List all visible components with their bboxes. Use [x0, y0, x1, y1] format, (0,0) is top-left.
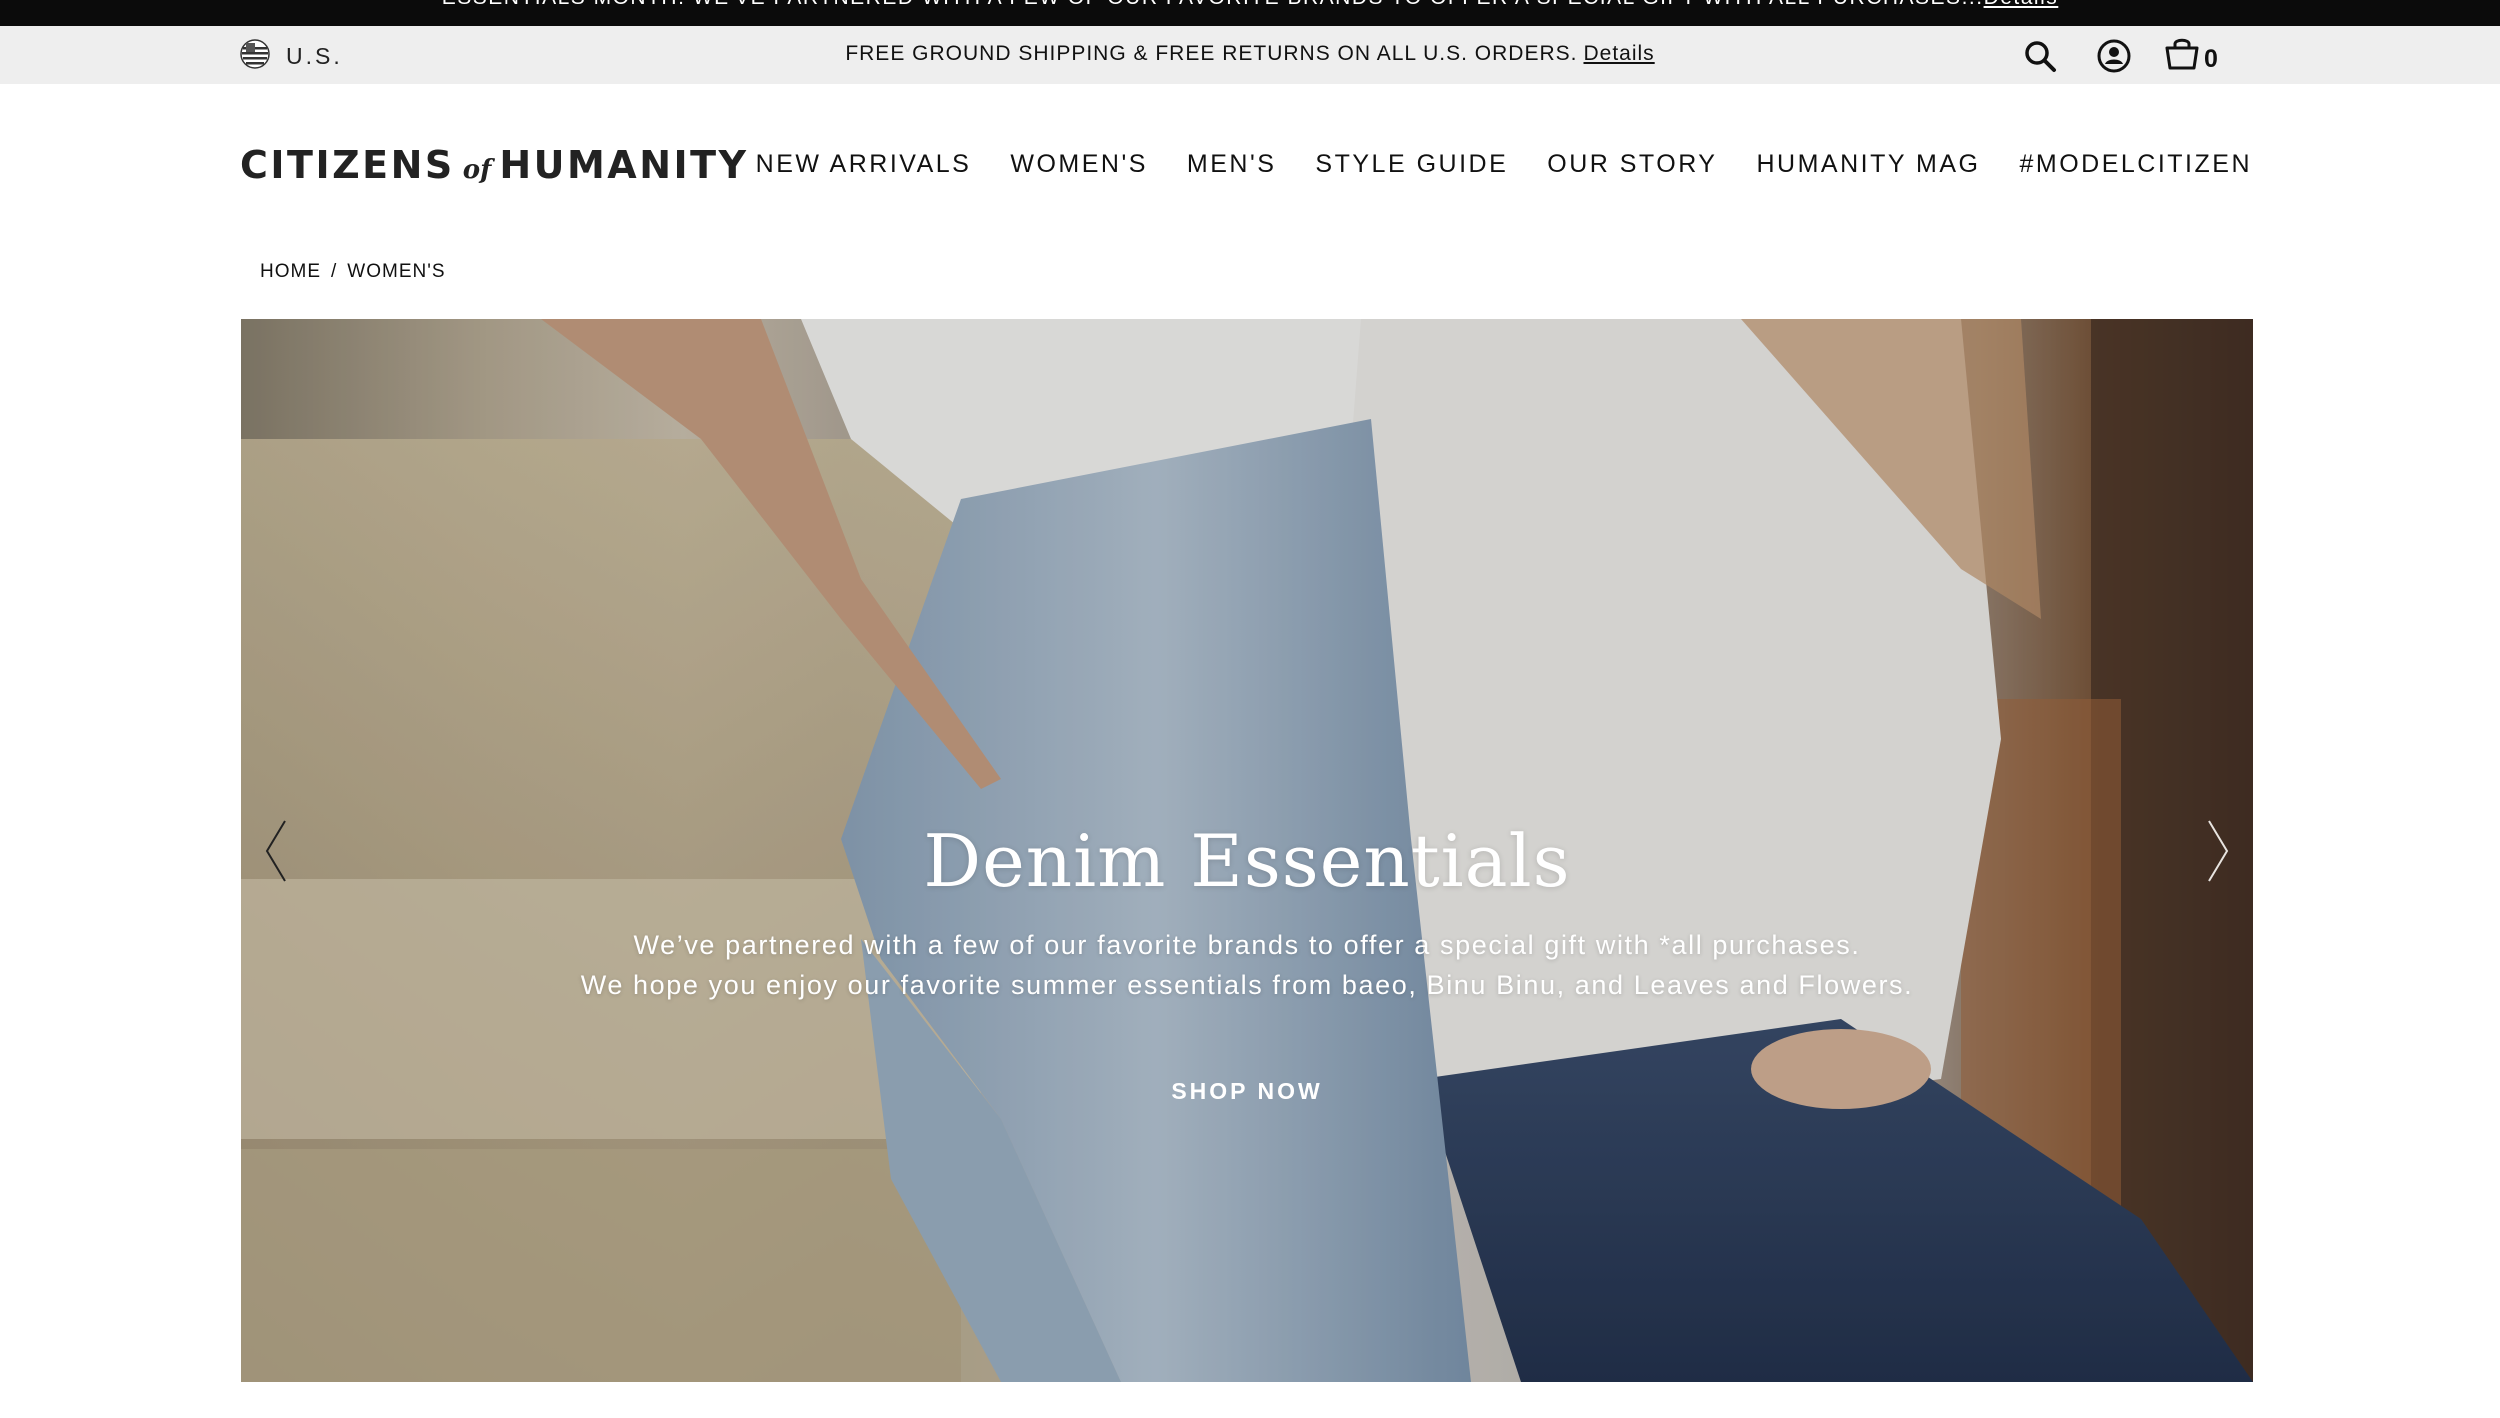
shipping-text: FREE GROUND SHIPPING & FREE RETURNS ON A…: [845, 42, 1578, 65]
promo-message: ESSENTIALS MONTH: WE'VE PARTNERED WITH A…: [442, 0, 1984, 9]
nav-new-arrivals[interactable]: NEW ARRIVALS: [756, 150, 972, 179]
breadcrumb-home[interactable]: HOME: [260, 261, 321, 283]
promo-details-link[interactable]: Details: [1984, 0, 2059, 9]
logo-word-citizens: CITIZENS: [240, 143, 455, 187]
hero-banner: Denim Essentials We’ve partnered with a …: [241, 319, 2253, 1382]
hero-description-line-1: We’ve partnered with a few of our favori…: [633, 930, 1861, 960]
nav-modelcitizen[interactable]: #MODELCITIZEN: [2019, 150, 2252, 179]
hero-description-line-2: We hope you enjoy our favorite summer es…: [580, 970, 1914, 1000]
utility-icons: 0: [2018, 34, 2218, 78]
nav-womens[interactable]: WOMEN'S: [1010, 150, 1148, 179]
shipping-details-link[interactable]: Details: [1583, 42, 1654, 65]
main-nav: NEW ARRIVALS WOMEN'S MEN'S STYLE GUIDE O…: [756, 150, 2252, 179]
utility-bar: U.S. FREE GROUND SHIPPING & FREE RETURNS…: [0, 26, 2500, 84]
chevron-right-icon[interactable]: [2205, 819, 2231, 888]
breadcrumb-separator: /: [331, 261, 338, 282]
promo-text-wrapper: ESSENTIALS MONTH: WE'VE PARTNERED WITH A…: [0, 0, 2500, 10]
shop-now-button[interactable]: SHOP NOW: [241, 1078, 2253, 1105]
brand-logo[interactable]: CITIZENS of HUMANITY: [240, 143, 749, 187]
search-icon[interactable]: [2018, 34, 2062, 78]
account-icon[interactable]: [2092, 34, 2136, 78]
chevron-left-icon[interactable]: [263, 819, 289, 888]
shopping-bag-icon: [2164, 37, 2200, 76]
hero-title: Denim Essentials: [923, 819, 1571, 903]
nav-humanity-mag[interactable]: HUMANITY MAG: [1756, 150, 1980, 179]
nav-mens[interactable]: MEN'S: [1187, 150, 1277, 179]
cart-button[interactable]: 0: [2164, 37, 2218, 76]
nav-our-story[interactable]: OUR STORY: [1547, 150, 1717, 179]
breadcrumb-current: WOMEN'S: [347, 261, 446, 282]
promo-banner: ESSENTIALS MONTH: WE'VE PARTNERED WITH A…: [0, 0, 2500, 26]
breadcrumb: HOME / WOMEN'S: [260, 261, 446, 283]
logo-word-humanity: HUMANITY: [499, 143, 749, 187]
logo-word-of: of: [462, 155, 492, 185]
cart-count: 0: [2204, 44, 2218, 73]
nav-style-guide[interactable]: STYLE GUIDE: [1315, 150, 1508, 179]
